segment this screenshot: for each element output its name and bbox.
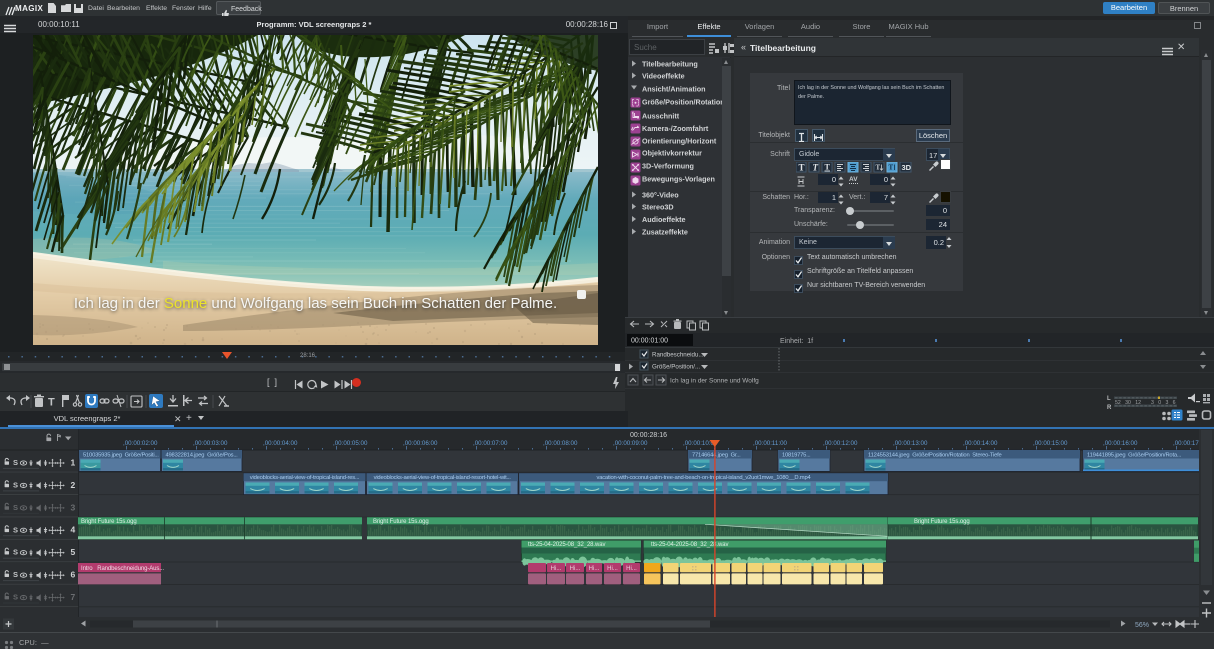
svg-text:S: S [13,548,18,557]
svg-text:Größe/Position/...: Größe/Position/... [652,364,700,371]
svg-text:Hi...: Hi... [589,566,600,572]
svg-text:5: 5 [71,547,76,557]
svg-text:,00:00:11:00: ,00:00:11:00 [753,440,788,447]
svg-text:Intro Randbeschneidung-Aus..: Intro Randbeschneidung-Aus... [81,566,164,572]
svg-text:Ich lag in der Sonne und Wolfg: Ich lag in der Sonne und Wolfg [670,378,759,385]
svg-text:S: S [13,458,18,467]
svg-text:R: R [1107,405,1112,411]
svg-text:S: S [13,593,18,602]
svg-text:119441895.jpeg Größe/Position: 119441895.jpeg Größe/Position/Rota... [1087,453,1182,459]
svg-text:vacation-with-coconut-palm-tre: vacation-with-coconut-palm-tree-and-beac… [597,475,812,481]
svg-text:Bright Future 15s.ogg: Bright Future 15s.ogg [373,519,429,525]
svg-text:T: T [825,163,831,172]
svg-text:00:00:01:00: 00:00:01:00 [631,338,668,345]
svg-text:Ansicht/Animation: Ansicht/Animation [642,85,706,94]
svg-text:S: S [13,570,18,579]
svg-text:Hi...: Hi... [626,566,637,572]
svg-text:52 30 12 3 0 3: 52 30 12 3 0 3 6 [1115,400,1176,406]
svg-text:Objektivkorrektur: Objektivkorrektur [642,149,702,158]
svg-text:,00:00:03:00: ,00:00:03:00 [193,440,228,447]
svg-text:10819775...: 10819775... [782,453,811,459]
svg-text:,00:00:06:00: ,00:00:06:00 [403,440,438,447]
svg-text:T: T [799,163,805,173]
svg-text:1124553144.jpeg Größe/Positio: 1124553144.jpeg Größe/Position/Rotation … [868,453,1002,459]
svg-text:L: L [1107,396,1111,402]
svg-text:T: T [813,163,819,173]
svg-text:,00:00:04:00: ,00:00:04:00 [263,440,298,447]
svg-text:,00:00:13:00: ,00:00:13:00 [893,440,928,447]
svg-text:videoblocks-aerial-view-of-tro: videoblocks-aerial-view-of-tropical-isla… [250,475,360,481]
svg-text:S: S [13,525,18,534]
svg-text:Bright Future 15s.ogg: Bright Future 15s.ogg [81,519,137,525]
svg-text:Größe/Position/Rotation: Größe/Position/Rotation [642,98,725,107]
svg-text:00:00:28:16: 00:00:28:16 [630,432,667,439]
svg-text:Bright Future 15s.ogg: Bright Future 15s.ogg [914,519,970,525]
svg-text:T: T [876,164,881,172]
svg-text:Ausschnitt: Ausschnitt [642,112,680,121]
svg-text:3: 3 [71,502,76,512]
svg-text:S: S [13,503,18,512]
svg-text:Orientierung/Horizont: Orientierung/Horizont [642,137,717,146]
svg-text:,00:00:08:00: ,00:00:08:00 [543,440,578,447]
svg-text:6: 6 [71,570,76,580]
svg-text:tts-25-04-2025-08_32_28.wav: tts-25-04-2025-08_32_28.wav [651,542,728,548]
svg-text:Bewegungs-Vorlagen: Bewegungs-Vorlagen [642,175,715,184]
svg-text:Kamera-/Zoomfahrt: Kamera-/Zoomfahrt [642,124,709,133]
svg-text:T: T [48,397,55,409]
svg-text:,00:00:05:00: ,00:00:05:00 [333,440,368,447]
svg-text:,00:00:07:00: ,00:00:07:00 [473,440,508,447]
svg-text:tts-25-04-2025-08_32_28.wav: tts-25-04-2025-08_32_28.wav [528,542,605,548]
svg-text:Hi...: Hi... [570,566,581,572]
svg-text:2: 2 [71,480,76,490]
svg-text:,00:00:02:00: ,00:00:02:00 [123,440,158,447]
svg-text:S: S [13,480,18,489]
svg-text:videoblocks-aerial-view-of-tro: videoblocks-aerial-view-of-tropical-isla… [374,475,512,481]
svg-text:Hi...: Hi... [607,566,618,572]
svg-text:360°-Video: 360°-Video [642,191,679,200]
svg-text:4: 4 [71,525,76,535]
svg-text:Randbeschneidu...: Randbeschneidu... [652,352,704,359]
svg-text:3D: 3D [902,163,912,172]
svg-text:Titelbearbeitung: Titelbearbeitung [642,60,698,69]
svg-text:56%: 56% [1135,622,1149,629]
svg-text:Einheit: 1f: Einheit: 1f [780,338,813,345]
svg-text:Hi...: Hi... [551,566,562,572]
svg-text:,00:00:14:00: ,00:00:14:00 [963,440,998,447]
svg-text:498322814.jpeg Größe/Pos...: 498322814.jpeg Größe/Pos... [166,453,239,459]
svg-text:Audioeffekte: Audioeffekte [642,215,686,224]
svg-text:510035935.jpeg Größe/Positi..: 510035935.jpeg Größe/Positi... [83,453,159,459]
svg-text:T: T [889,164,894,172]
svg-text:Videoeffekte: Videoeffekte [642,72,685,81]
svg-text:,00:00:15:00: ,00:00:15:00 [1033,440,1068,447]
svg-text:3D-Verformung: 3D-Verformung [642,162,694,171]
svg-text:1: 1 [71,457,76,467]
svg-text:,00:00:12:00: ,00:00:12:00 [823,440,858,447]
svg-text:77146644.jpeg Gr...: 77146644.jpeg Gr... [692,453,741,459]
svg-text:7: 7 [71,592,76,602]
svg-text:,00:00:09:00: ,00:00:09:00 [613,440,648,447]
svg-text:Stereo3D: Stereo3D [642,203,674,212]
svg-text:Zusatzeffekte: Zusatzeffekte [642,228,688,237]
svg-text:,00:00:16:00: ,00:00:16:00 [1103,440,1138,447]
